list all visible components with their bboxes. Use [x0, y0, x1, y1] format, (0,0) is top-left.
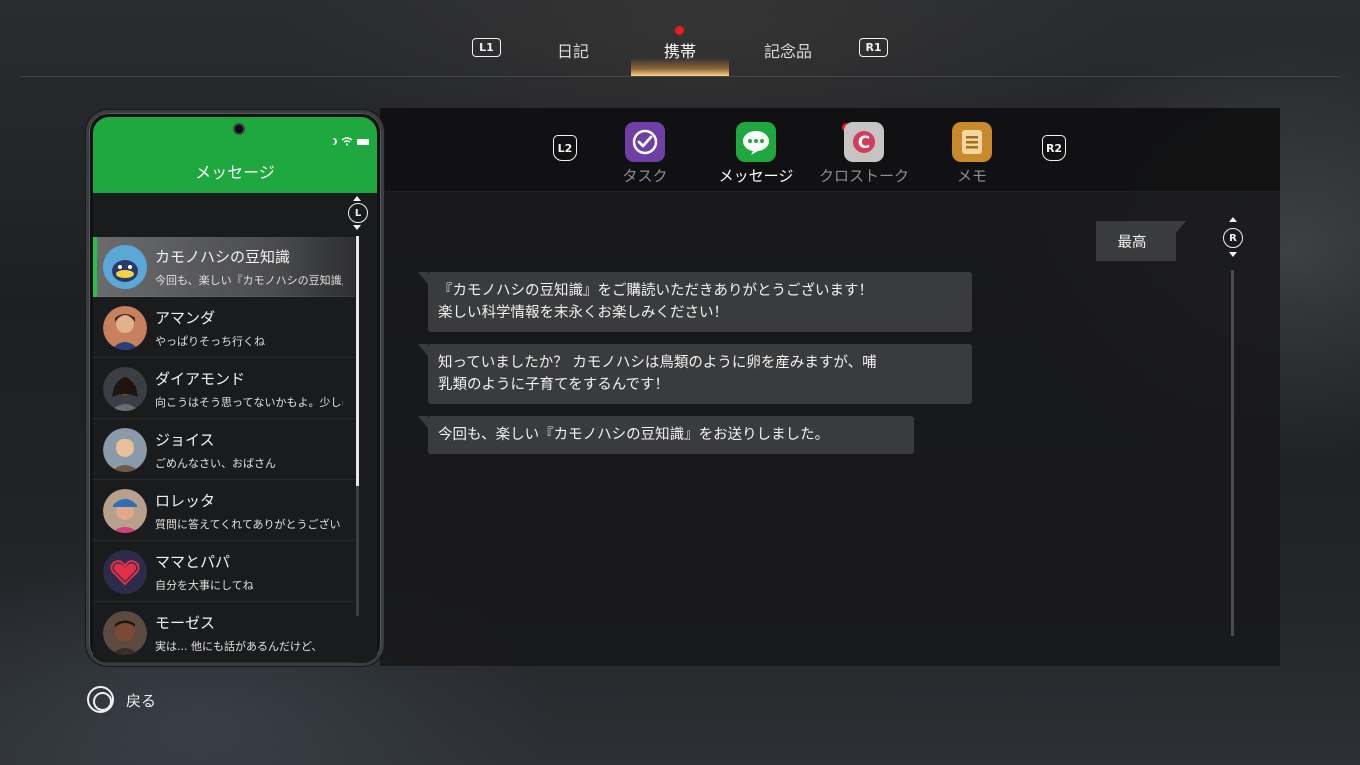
svg-text:C: C: [858, 133, 870, 153]
moses-avatar: [103, 611, 147, 655]
phone-device: メッセージ カモノハシの豆知識 今回も、楽しい『カモノハシの豆知識』をお送りしま…: [86, 110, 384, 666]
top-divider: [20, 76, 1340, 77]
contact-joyce[interactable]: ジョイス ごめんなさい、おばさん: [93, 420, 355, 480]
wifi-icon: [341, 137, 353, 146]
tab-keepsakes[interactable]: 記念品: [738, 38, 838, 62]
contact-name: モーゼス: [155, 614, 216, 632]
message-text: 乳類のように子育てをするんです！: [438, 377, 669, 393]
right-stick-hint[interactable]: R: [1223, 228, 1243, 248]
circle-button-icon[interactable]: [87, 686, 114, 713]
phone-tab-notification-dot: [675, 26, 684, 35]
contact-mom-and-dad[interactable]: ママとパパ 自分を大事にしてね: [93, 542, 355, 602]
back-label[interactable]: 戻る: [126, 690, 156, 711]
contact-name: カモノハシの豆知識: [155, 248, 291, 266]
message-text: 『カモノハシの豆知識』をご購読いただきありがとうございます！: [438, 283, 873, 299]
top-tab-bar: L1 日記 携帯 記念品 R1: [0, 0, 1360, 78]
contact-preview: 今回も、楽しい『カモノハシの豆知識』をお送りしました。: [155, 274, 343, 287]
memo-icon: [952, 122, 992, 162]
app-memo[interactable]: メモ: [917, 122, 1027, 186]
app-tasks-label: タスク: [622, 167, 668, 185]
diamond-avatar: [103, 367, 147, 411]
joyce-avatar: [103, 428, 147, 472]
app-tasks[interactable]: タスク: [590, 122, 700, 186]
contact-preview: 実は... 他にも話があるんだけど、: [155, 640, 323, 653]
message-bubble: 今回も、楽しい『カモノハシの豆知識』をお送りしました。: [418, 416, 914, 454]
contact-name: ジョイス: [155, 431, 215, 449]
phone-status-icons: [330, 137, 369, 146]
heart-avatar: [103, 550, 147, 594]
task-check-icon: [625, 122, 665, 162]
tab-phone[interactable]: 携帯: [630, 38, 730, 62]
app-crosstalk[interactable]: C クロストーク: [809, 122, 919, 186]
contact-name: ダイアモンド: [155, 370, 246, 388]
platypus-avatar: [103, 245, 147, 289]
crosstalk-icon: C: [844, 122, 884, 162]
contact-preview: やっぱりそっち行くね: [155, 335, 265, 348]
left-stick-hint[interactable]: L: [348, 203, 368, 223]
chat-scrollbar[interactable]: [1231, 270, 1234, 636]
message-text: 今回も、楽しい『カモノハシの豆知識』をお送りしました。: [438, 427, 830, 443]
contact-loretta[interactable]: ロレッタ 質問に答えてくれてありがとうござい: [93, 481, 355, 541]
contact-name: アマンダ: [155, 309, 216, 327]
right-stick-up-arrow: [1229, 217, 1237, 222]
app-messages-label: メッセージ: [718, 167, 794, 185]
app-messages[interactable]: メッセージ: [701, 122, 811, 186]
tab-diary[interactable]: 日記: [523, 38, 623, 62]
loretta-avatar: [103, 489, 147, 533]
app-memo-label: メモ: [956, 167, 987, 185]
contact-preview: ごめんなさい、おばさん: [155, 457, 276, 470]
contact-platypus-facts[interactable]: カモノハシの豆知識 今回も、楽しい『カモノハシの豆知識』をお送りしました。: [93, 237, 355, 297]
phone-header: メッセージ: [93, 117, 377, 193]
app-crosstalk-label: クロストーク: [818, 167, 909, 185]
contact-name: ママとパパ: [155, 553, 231, 571]
contact-preview: 質問に答えてくれてありがとうござい: [155, 518, 341, 531]
l2-button-hint[interactable]: L2: [553, 135, 577, 161]
contact-amanda[interactable]: アマンダ やっぱりそっち行くね: [93, 298, 355, 358]
phone-title: メッセージ: [195, 163, 275, 182]
contact-preview: 自分を大事にしてね: [155, 579, 254, 592]
contact-preview: 向こうはそう思ってないかもよ。少しは: [155, 396, 343, 409]
contact-list-scrollbar-thumb[interactable]: [356, 236, 359, 486]
left-stick-down-arrow: [353, 225, 361, 230]
message-text: 知っていましたか？ カモノハシは鳥類のように卵を産みますが、哺: [438, 355, 877, 371]
contact-list: カモノハシの豆知識 今回も、楽しい『カモノハシの豆知識』をお送りしました。 アマ…: [93, 193, 377, 663]
message-bubble-icon: [736, 122, 776, 162]
battery-icon: [357, 138, 369, 145]
message-bubble: 『カモノハシの豆知識』をご購読いただきありがとうございます！ 楽しい科学情報を末…: [418, 272, 972, 332]
message-text: 楽しい科学情報を末永くお楽しみください！: [438, 305, 728, 321]
contact-moses[interactable]: モーゼス 実は... 他にも話があるんだけど、: [93, 603, 355, 663]
message-bubble: 知っていましたか？ カモノハシは鳥類のように卵を産みますが、哺 乳類のように子育…: [418, 344, 972, 404]
amanda-avatar: [103, 306, 147, 350]
r2-button-hint[interactable]: R2: [1042, 135, 1066, 161]
r1-button-hint[interactable]: R1: [859, 38, 888, 57]
sort-order-chip[interactable]: 最高: [1096, 221, 1186, 261]
phone-camera: [233, 123, 245, 135]
moon-icon: [330, 138, 337, 145]
right-stick-down-arrow: [1229, 252, 1237, 257]
contact-diamond[interactable]: ダイアモンド 向こうはそう思ってないかもよ。少しは: [93, 359, 355, 419]
left-stick-up-arrow: [353, 196, 361, 201]
contact-name: ロレッタ: [155, 492, 216, 510]
l1-button-hint[interactable]: L1: [472, 38, 501, 57]
